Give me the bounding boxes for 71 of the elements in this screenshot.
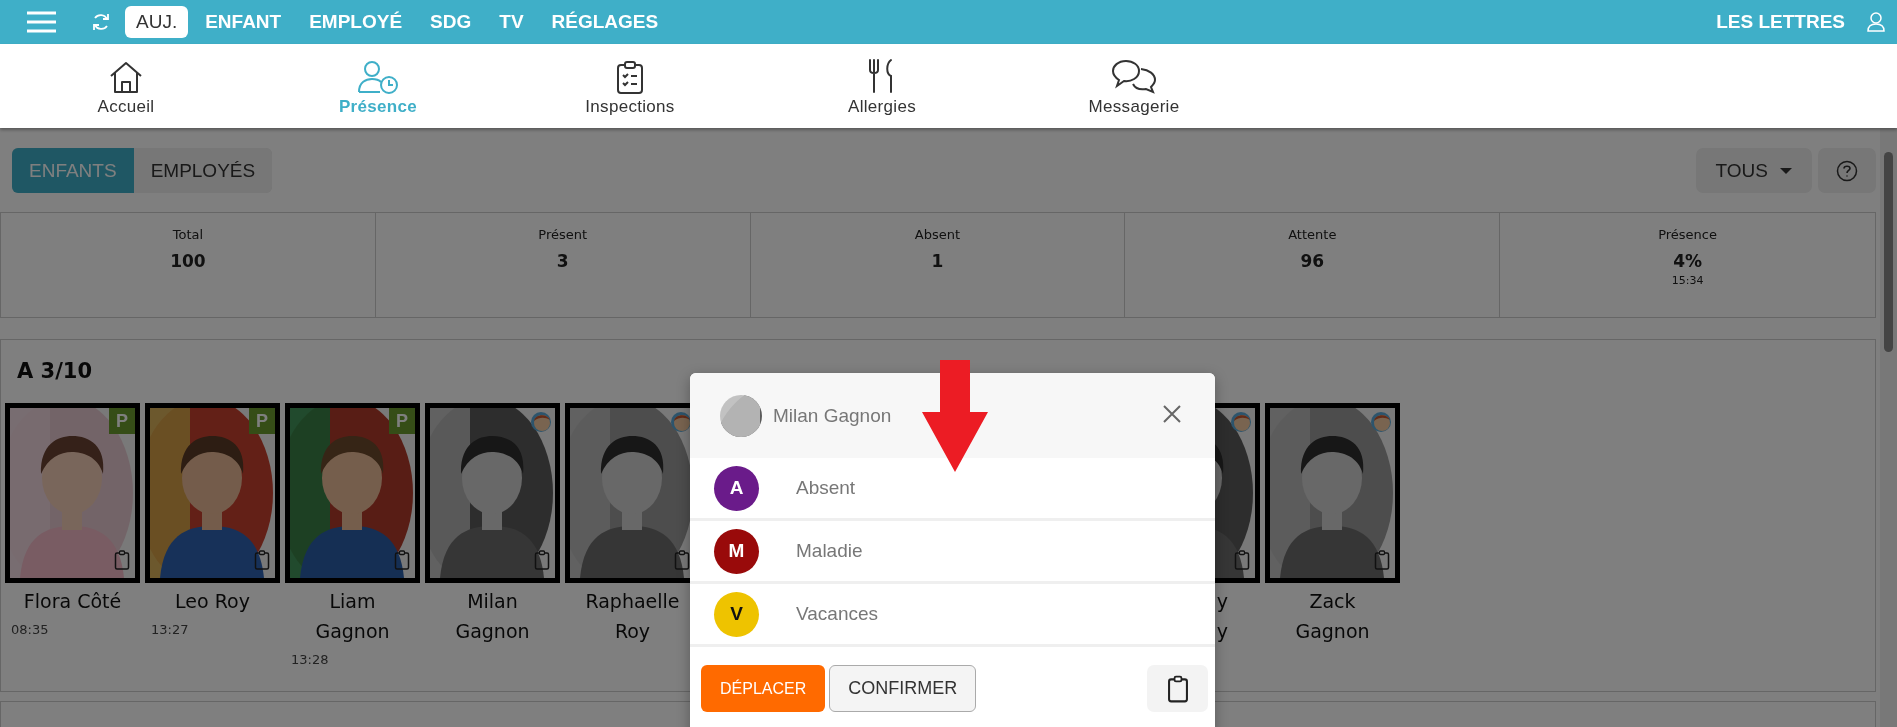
home-icon — [108, 60, 144, 94]
close-icon — [1163, 405, 1181, 423]
child-icon — [530, 411, 552, 433]
child-name: Liam Gagnon — [314, 589, 391, 644]
status-badge: P — [389, 408, 415, 434]
child-name: Zack Gagnon — [1294, 589, 1371, 644]
status-dot: V — [714, 591, 759, 637]
status-badge: P — [249, 408, 275, 434]
top-tab[interactable]: ENFANT — [194, 6, 293, 38]
child-name: Leo Roy — [174, 589, 251, 614]
help-icon — [1836, 159, 1858, 182]
clipboard-icon — [1166, 674, 1189, 703]
filter-dropdown[interactable]: TOUS — [1695, 148, 1812, 193]
nav-item[interactable]: Messagerie — [1008, 44, 1260, 128]
child-name: Flora Côté — [22, 589, 123, 614]
top-tab[interactable]: TV — [488, 6, 535, 38]
menu-icon[interactable] — [27, 11, 56, 33]
group-title: A 3/10 — [16, 358, 94, 385]
clipboard-icon — [394, 550, 410, 570]
school-name[interactable]: LES LETTRES — [1716, 11, 1845, 33]
arrival-time: 13:27 — [151, 622, 190, 637]
nav-item[interactable]: Allergies — [756, 44, 1008, 128]
user-icon[interactable] — [1867, 12, 1885, 32]
checklist-icon — [616, 60, 644, 94]
clipboard-icon — [1374, 550, 1390, 570]
stat-label: Présent — [538, 227, 588, 242]
help-button[interactable] — [1818, 148, 1876, 193]
nav-item[interactable]: Accueil — [0, 44, 252, 128]
stat-time: 15:34 — [1671, 274, 1704, 287]
status-dot: A — [714, 465, 759, 511]
scrollbar[interactable] — [1880, 128, 1897, 727]
stat-label: Absent — [914, 227, 961, 242]
stat-label: Attente — [1288, 227, 1337, 242]
dialog-title: Milan Gagnon — [773, 404, 892, 427]
refresh-icon[interactable] — [91, 12, 111, 32]
confirm-button[interactable]: CONFIRMER — [829, 665, 977, 712]
status-option[interactable]: V Vacances — [690, 584, 1215, 647]
user-clock-icon — [356, 60, 400, 94]
status-option[interactable]: A Absent — [690, 458, 1215, 521]
arrival-time: 13:28 — [291, 652, 330, 667]
status-option[interactable]: M Maladie — [690, 521, 1215, 584]
child-icon — [1370, 411, 1392, 433]
clipboard-icon — [534, 550, 550, 570]
child-icon — [670, 411, 692, 433]
top-tab[interactable]: EMPLOYÉ — [298, 6, 414, 38]
clipboard-icon — [254, 550, 270, 570]
nav-item[interactable]: Inspections — [504, 44, 756, 128]
child-name: Milan Gagnon — [454, 589, 531, 644]
child-name: y y — [1215, 589, 1229, 644]
stat-value: 3 — [556, 251, 569, 271]
status-badge: P — [109, 408, 135, 434]
nav-item[interactable]: Présence — [252, 44, 504, 128]
top-tab[interactable]: AUJ. — [125, 6, 189, 38]
status-dot: M — [714, 528, 759, 574]
stat-value: 96 — [1300, 251, 1325, 271]
top-tab[interactable]: SDG — [419, 6, 483, 38]
clipboard-icon — [114, 550, 130, 570]
arrival-time: 08:35 — [11, 622, 50, 637]
stat-value: 100 — [170, 251, 206, 271]
segment-tab[interactable]: ENFANTS — [12, 148, 134, 193]
child-name: Raphaelle Roy — [584, 589, 681, 644]
child-icon — [1230, 411, 1252, 433]
chat-icon — [1111, 58, 1157, 94]
stat-label: Total — [172, 227, 204, 242]
stat-value: 4% — [1673, 251, 1702, 271]
stat-value: 1 — [931, 251, 944, 271]
clipboard-icon — [1234, 550, 1250, 570]
notes-button[interactable] — [1147, 665, 1208, 712]
stat-label: Présence — [1658, 227, 1717, 242]
top-tab[interactable]: RÉGLAGES — [540, 6, 670, 38]
move-button[interactable]: DÉPLACER — [701, 665, 826, 712]
